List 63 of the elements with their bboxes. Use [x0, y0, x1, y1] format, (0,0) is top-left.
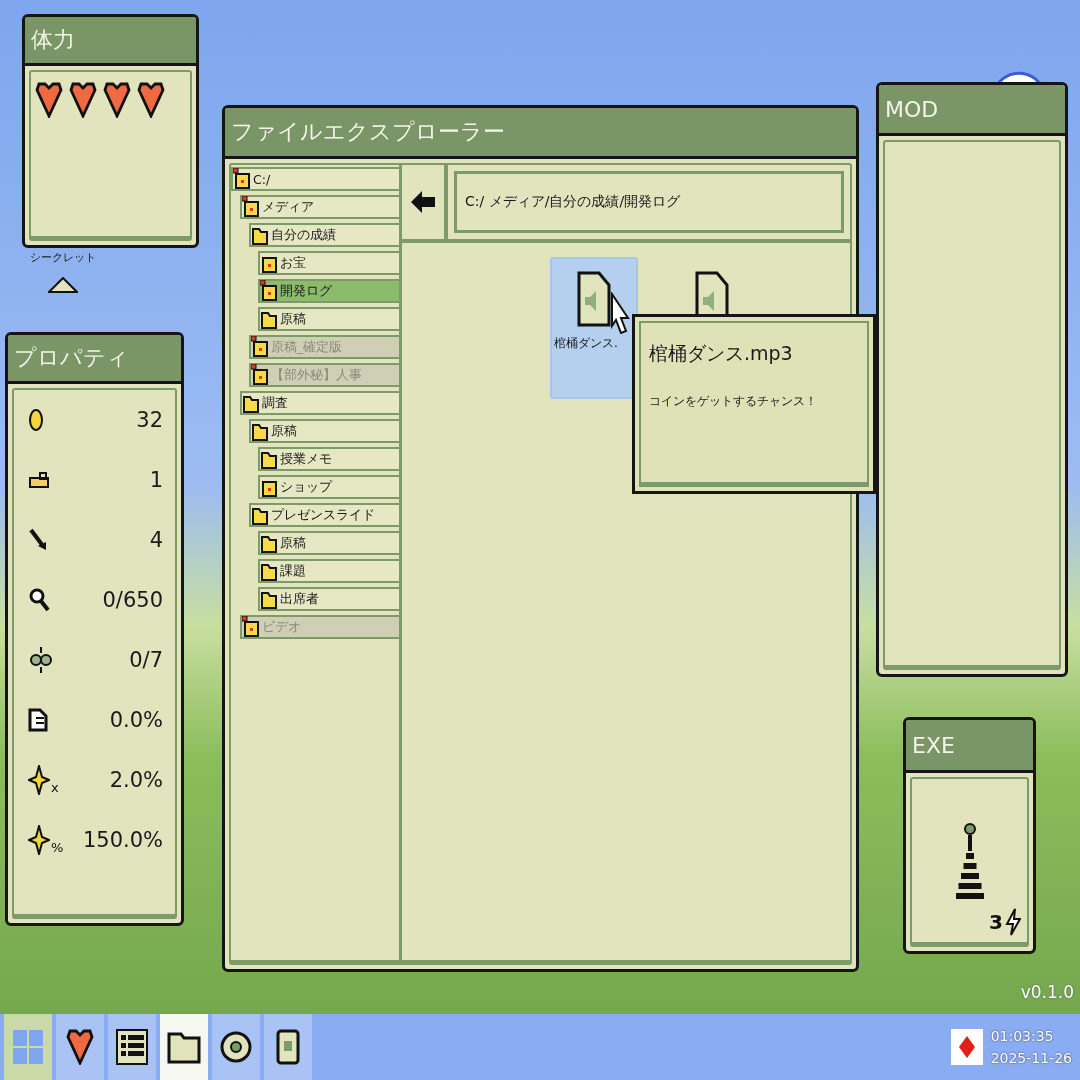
heart-icon — [66, 1029, 94, 1065]
list-icon — [116, 1029, 148, 1065]
taskbar-button[interactable] — [56, 1014, 104, 1080]
folder-tree-item[interactable]: プレゼンスライド — [249, 503, 399, 527]
sparkle-icon — [28, 765, 50, 795]
folder-tree-item[interactable]: 開発ログ — [258, 279, 399, 303]
path-field[interactable]: C:/ メディア/自分の成績/開発ログ — [454, 171, 844, 233]
document-icon — [28, 708, 48, 732]
grid-icon — [12, 1029, 44, 1065]
audio-file-icon — [577, 271, 611, 327]
sword-icon — [28, 528, 48, 552]
folder-tree-item[interactable]: メディア — [240, 195, 399, 219]
window-title: 体力 — [25, 17, 196, 66]
folder-tree-item[interactable]: 調査 — [240, 391, 399, 415]
property-value: 0.0% — [109, 708, 163, 732]
folder-tree-item[interactable]: 出席者 — [258, 587, 399, 611]
property-value: 32 — [136, 408, 163, 432]
window-title: EXE — [906, 720, 1033, 773]
window-title: プロパティ — [8, 335, 181, 384]
icon-suffix: % — [51, 840, 64, 855]
folder-tree-item[interactable]: ショップ — [258, 475, 399, 499]
tooltip-title: 棺桶ダンス.mp3 — [649, 341, 794, 366]
cursor-icon — [610, 292, 630, 334]
phone-icon — [276, 1029, 300, 1065]
disc-icon — [220, 1031, 252, 1063]
shortcut-label[interactable]: シークレット — [30, 250, 96, 265]
folder-tree-item[interactable]: 原稿 — [258, 307, 399, 331]
file-item[interactable]: 棺桶ダンス. — [550, 257, 638, 399]
property-value: 2.0% — [109, 768, 163, 792]
folder-tree-item[interactable]: 授業メモ — [258, 447, 399, 471]
sparkle-icon — [28, 825, 50, 855]
tooltip-text: コインをゲットするチャンス！ — [649, 393, 818, 410]
property-value: 0/650 — [102, 588, 163, 612]
property-value: 4 — [149, 528, 163, 552]
folder-tree-item[interactable]: 課題 — [258, 559, 399, 583]
property-value: 150.0% — [82, 828, 163, 852]
triangle-icon — [48, 277, 78, 293]
magnifier-icon — [28, 587, 52, 613]
folder-icon — [167, 1030, 201, 1064]
back-arrow-icon — [410, 189, 436, 215]
window-title: MOD — [879, 85, 1065, 136]
clock-date: 2025-11-26 — [990, 1050, 1072, 1066]
window-title: ファイルエクスプローラー — [225, 108, 856, 159]
flag-icon[interactable] — [950, 1029, 983, 1065]
folder-tree-item[interactable]: お宝 — [258, 251, 399, 275]
folder-tree-item[interactable]: 原稿 — [249, 419, 399, 443]
tower-icon — [954, 820, 985, 901]
taskbar-button[interactable] — [108, 1014, 156, 1080]
clock-time: 01:03:35 — [990, 1028, 1055, 1044]
lightning-icon — [1005, 908, 1021, 936]
version-label: v0.1.0 — [1020, 982, 1074, 1002]
folder-tree-item[interactable]: 原稿 — [258, 531, 399, 555]
folder-tree-item[interactable]: 自分の成績 — [249, 223, 399, 247]
icon-suffix: x — [51, 780, 59, 795]
folder-tree-item[interactable]: C:/ — [231, 167, 399, 191]
property-value: 0/7 — [129, 648, 163, 672]
taskbar-button[interactable] — [264, 1014, 312, 1080]
energy-count: 3 — [989, 910, 1003, 934]
file-label: 棺桶ダンス. — [554, 335, 618, 352]
taskbar-button[interactable] — [160, 1014, 208, 1080]
taskbar-button[interactable] — [212, 1014, 260, 1080]
property-value: 1 — [149, 468, 163, 492]
coin-icon — [28, 408, 44, 432]
